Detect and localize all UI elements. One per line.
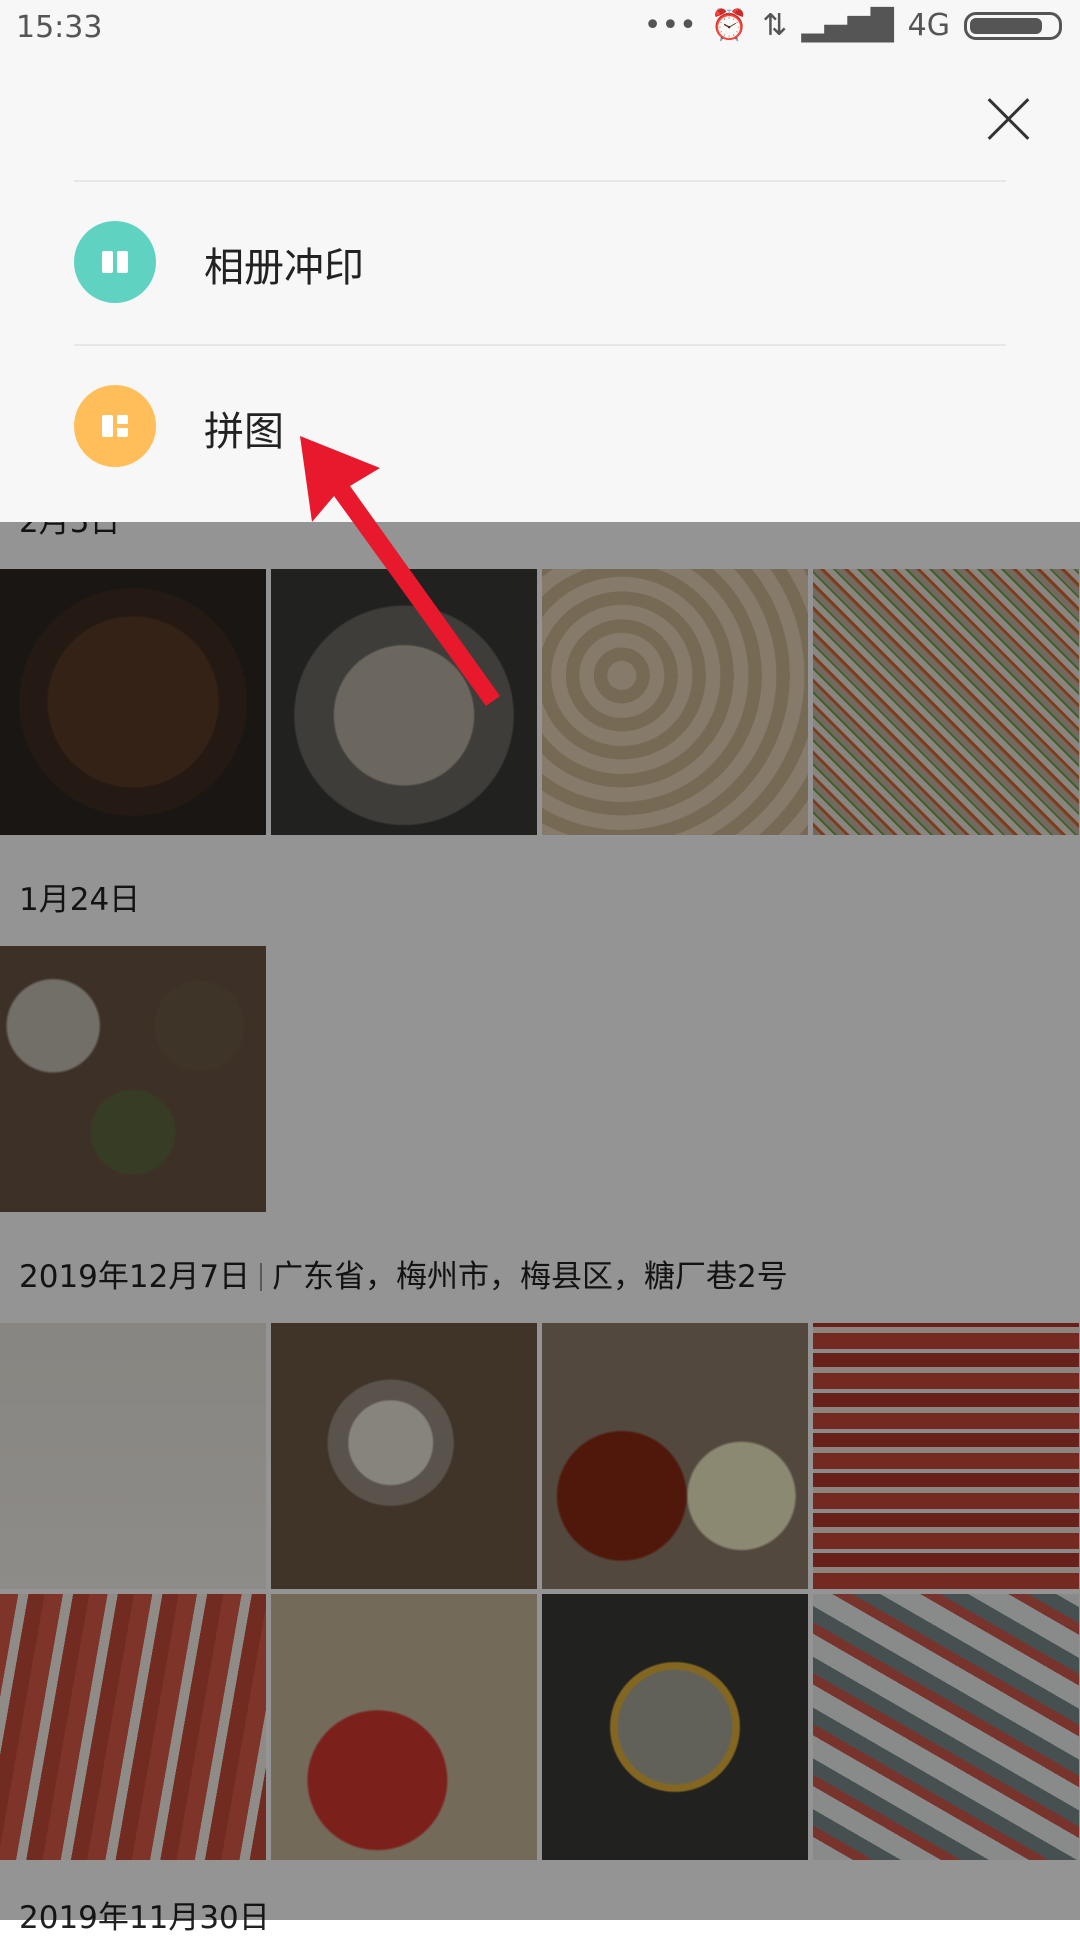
annotation-arrow-icon xyxy=(300,436,500,706)
